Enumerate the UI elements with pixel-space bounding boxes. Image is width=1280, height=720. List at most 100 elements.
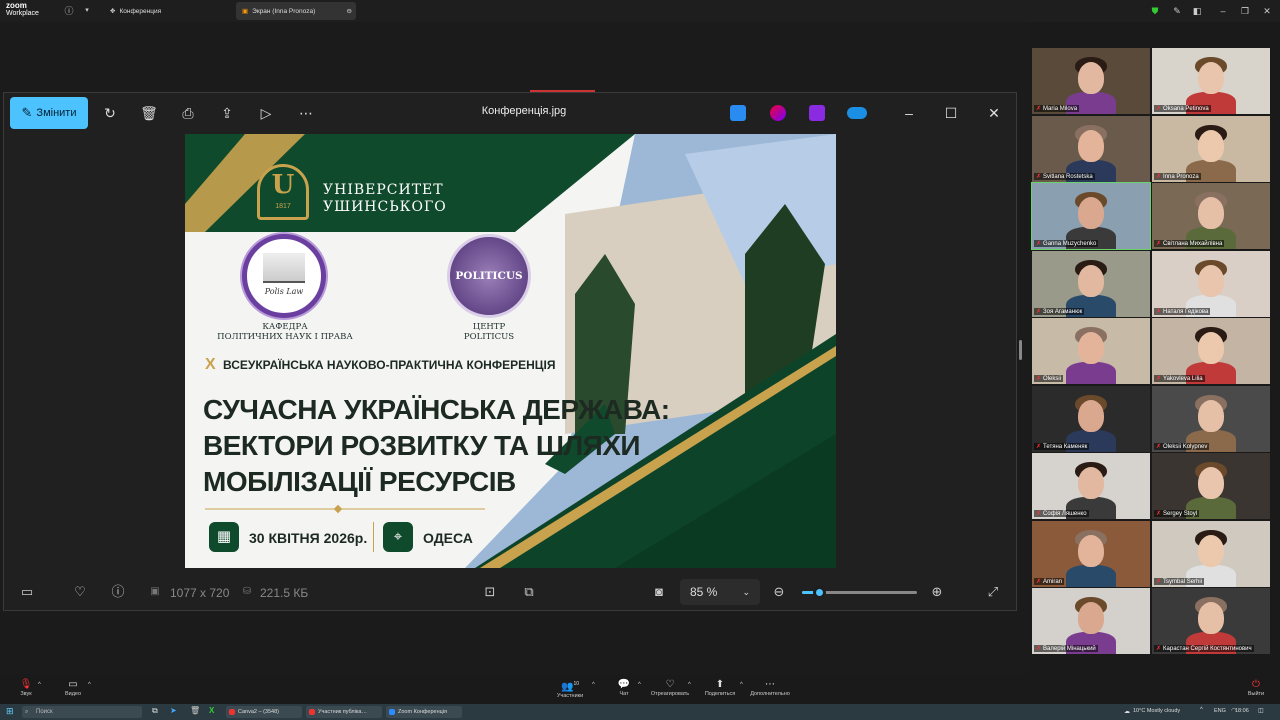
clock-time[interactable]: 18:06	[1235, 708, 1249, 714]
participant-name: ✗ Валерій Мінацький	[1034, 645, 1098, 652]
tab-meeting[interactable]: ✥ Конференция	[104, 2, 234, 20]
audio-button[interactable]: 🎙 Звук	[14, 678, 38, 697]
participant-tile[interactable]: ✗ Світлана Михайлівна	[1152, 183, 1270, 249]
share-out-icon[interactable]: ⇪	[217, 103, 237, 123]
zoom-in-icon[interactable]: ⊕	[928, 583, 946, 601]
maximize-icon[interactable]: ☐	[941, 103, 961, 123]
mic-muted-icon: ✗	[1156, 173, 1162, 180]
participant-tile[interactable]: ✗ Oksana Petinova	[1152, 48, 1270, 114]
trash-icon[interactable]: 🗑	[139, 103, 159, 123]
weather-text[interactable]: 10°C Mostly cloudy	[1133, 708, 1180, 714]
department-line2: ПОЛІТИЧНИХ НАУК І ПРАВА	[217, 332, 353, 342]
chevron-down-icon[interactable]: ▾	[80, 4, 94, 18]
taskbar-app-canva[interactable]: Canva2 – (3548)	[226, 706, 302, 718]
trash-icon[interactable]: 🗑	[190, 706, 200, 715]
participant-tile[interactable]: ✗ Svitlana Rostetska	[1032, 115, 1150, 182]
shield-icon[interactable]: ⛊	[1148, 4, 1162, 18]
clipchamp-video-icon[interactable]	[809, 105, 825, 121]
meeting-controls: 🎙 Звук ^ ▭ Видео ^ 👥10 Участники ^ 💬 Чат…	[0, 676, 1280, 704]
crop-scan-icon[interactable]: ⊡	[481, 583, 499, 601]
filmstrip-icon[interactable]: ▭	[18, 583, 36, 601]
taskbar-search[interactable]: ⌕ Поиск	[22, 706, 142, 718]
minus-circle-icon[interactable]: ⊖	[347, 7, 352, 15]
excel-icon[interactable]: X	[209, 706, 214, 715]
favorite-heart-icon[interactable]: ♡	[71, 583, 89, 601]
participant-tile[interactable]: ✗ Зоя Агаманюк	[1032, 250, 1150, 317]
zoom-level-dropdown[interactable]: 85 % ⌄	[680, 579, 760, 605]
participant-tile[interactable]: ✗ Maria Milova	[1032, 48, 1150, 114]
share-options-chevron-icon[interactable]: ^	[740, 682, 743, 688]
camera-icon: ▭	[68, 679, 78, 690]
share-screen-button[interactable]: ⬆ Поделиться	[702, 678, 738, 697]
more-button[interactable]: ⋯ Дополнительно	[746, 678, 794, 697]
participant-tile[interactable]: ✗ Tsymbal Serhii	[1152, 520, 1270, 587]
audio-options-chevron-icon[interactable]: ^	[38, 682, 41, 688]
tray-chevron-icon[interactable]: ^	[1200, 707, 1203, 713]
participant-name-label: Зоя Агаманюк	[1043, 308, 1083, 315]
taskbar-app-canva-label: Canva2 – (3548)	[238, 709, 279, 715]
participant-tile[interactable]: ✗ Oleksii Kolypnev	[1152, 385, 1270, 452]
snapshot-icon[interactable]: ◙	[650, 583, 668, 601]
language-indicator[interactable]: ENG	[1214, 708, 1226, 714]
onedrive-icon[interactable]	[847, 107, 867, 119]
print-icon[interactable]: ⎙	[178, 103, 198, 123]
info-icon[interactable]: ⓘ	[62, 4, 76, 18]
more-icon[interactable]: ⋯	[296, 103, 316, 123]
minimize-icon[interactable]: –	[899, 103, 919, 123]
participant-tile[interactable]: ✗ Yakovleva Lilia	[1152, 318, 1270, 384]
department-seal-text: Polis Law	[264, 287, 304, 296]
participant-tile[interactable]: ✗ Ganna Muzychenko	[1031, 182, 1151, 250]
tab-screen-share[interactable]: ▣ Экран (Inna Pronoza) ⊖	[236, 2, 356, 20]
weather-icon[interactable]: ☁	[1124, 708, 1130, 715]
taskbar-app-participant[interactable]: Участник публіка…	[306, 706, 382, 718]
text-scan-icon[interactable]: ⧉	[520, 583, 538, 601]
rotate-icon[interactable]: ↻	[100, 103, 120, 123]
close-icon[interactable]: ✕	[1260, 4, 1274, 18]
mic-muted-icon: ✗	[1036, 173, 1042, 180]
participants-options-chevron-icon[interactable]: ^	[592, 682, 595, 688]
viewer-toolbar: ✎ Змінити ↻ 🗑 ⎙ ⇪ ▷ ⋯ Конференція.jpg – …	[4, 93, 1016, 133]
participant-tile[interactable]: ✗ Sergey Stoyl	[1152, 453, 1270, 519]
participant-tile[interactable]: ✗ Карастан Сергій Костянтинович	[1152, 588, 1270, 654]
telegram-icon[interactable]: ➤	[170, 706, 177, 715]
zoom-out-icon[interactable]: ⊖	[770, 583, 788, 601]
fullscreen-icon[interactable]: ⤢	[984, 583, 1002, 601]
file-info-icon[interactable]: ⓘ	[109, 583, 127, 601]
video-button[interactable]: ▭ Видео	[60, 678, 86, 697]
zoom-slider-knob[interactable]	[813, 586, 827, 599]
leave-button[interactable]: ⏻ Выйти	[1244, 678, 1268, 697]
designer-icon[interactable]	[730, 105, 746, 121]
participant-tile[interactable]: ✗ Наталя Гедікова	[1152, 250, 1270, 317]
taskbar-app-zoom[interactable]: Zoom Конференція	[386, 706, 462, 718]
participant-name: ✗ Yakovleva Lilia	[1154, 375, 1205, 382]
participant-tile[interactable]: ✗ Amiran	[1032, 520, 1150, 587]
layout-icon[interactable]: ◧	[1190, 4, 1204, 18]
participant-face	[1198, 602, 1224, 634]
chat-button[interactable]: 💬 Чат	[612, 678, 636, 697]
restore-icon[interactable]: ❐	[1238, 4, 1252, 18]
pen-icon[interactable]: ✎	[1170, 4, 1184, 18]
react-options-chevron-icon[interactable]: ^	[688, 682, 691, 688]
participant-tile[interactable]: ✗ Inna Pronoza	[1152, 115, 1270, 182]
task-view-icon[interactable]: ⧉	[152, 706, 158, 716]
participant-tile[interactable]: ✗ Тетяна Каменяк	[1032, 385, 1150, 452]
clipchamp-icon[interactable]	[770, 105, 786, 121]
splitter-handle[interactable]	[1019, 340, 1022, 360]
participants-button[interactable]: 👥10 Участники	[552, 678, 588, 699]
tab-meeting-label: Конференция	[119, 7, 162, 15]
participant-tile[interactable]: ✗ Софія Ляшенко	[1032, 453, 1150, 519]
chat-options-chevron-icon[interactable]: ^	[638, 682, 641, 688]
windows-start-icon[interactable]: ⊞	[6, 706, 16, 716]
minimize-icon[interactable]: –	[1216, 4, 1230, 18]
edit-button[interactable]: ✎ Змінити	[10, 97, 88, 129]
notification-icon[interactable]: ◫	[1258, 707, 1264, 714]
mic-muted-icon: ✗	[1156, 376, 1162, 382]
slideshow-icon[interactable]: ▷	[256, 103, 276, 123]
close-icon[interactable]: ✕	[984, 103, 1004, 123]
zoom-slider[interactable]	[802, 586, 917, 599]
edit-button-label: Змінити	[36, 107, 77, 119]
participant-tile[interactable]: ✗ Oleksii	[1032, 318, 1150, 384]
video-options-chevron-icon[interactable]: ^	[88, 682, 91, 688]
participant-tile[interactable]: ✗ Валерій Мінацький	[1032, 588, 1150, 654]
react-button[interactable]: ♡ Отреагировать	[648, 678, 692, 697]
